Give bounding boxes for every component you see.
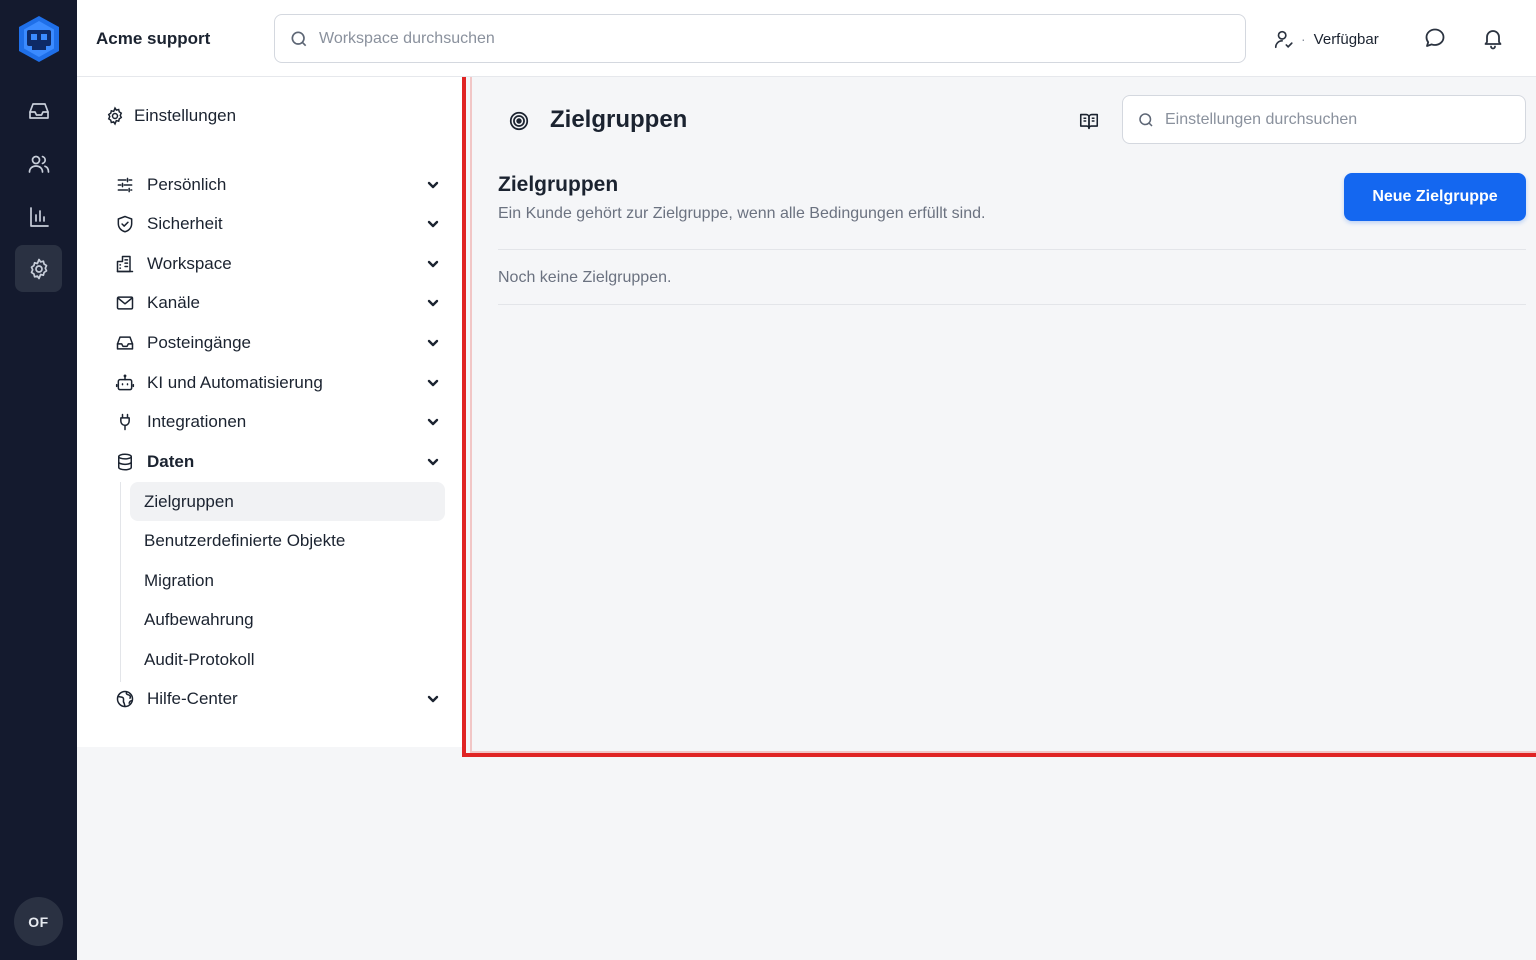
nav-item-posteingaenge[interactable]: Posteingänge xyxy=(115,327,440,359)
inbox-icon xyxy=(27,99,51,123)
rail-reports-button[interactable] xyxy=(15,193,62,240)
page-title: Zielgruppen xyxy=(550,106,688,133)
divider xyxy=(498,304,1526,305)
shield-icon xyxy=(115,214,135,234)
rail-contacts-button[interactable] xyxy=(15,140,62,187)
nav-item-label: Hilfe-Center xyxy=(147,689,238,708)
settings-search-placeholder: Einstellungen durchsuchen xyxy=(1165,110,1358,128)
chevron-down-icon xyxy=(426,217,440,231)
user-status-icon xyxy=(1273,28,1295,50)
chevron-down-icon xyxy=(426,178,440,192)
nav-item-sicherheit[interactable]: Sicherheit xyxy=(115,208,440,240)
divider xyxy=(498,249,1526,250)
rail-settings-button[interactable] xyxy=(15,245,62,292)
settings-search-input[interactable]: Einstellungen durchsuchen xyxy=(1122,95,1526,144)
availability-status[interactable]: · Verfügbar xyxy=(1273,26,1379,52)
database-icon xyxy=(115,452,135,472)
notifications-button[interactable] xyxy=(1481,26,1507,52)
chevron-down-icon xyxy=(426,692,440,706)
nav-item-ki-automatisierung[interactable]: KI und Automatisierung xyxy=(115,367,440,399)
chevron-down-icon xyxy=(426,296,440,310)
chevron-down-icon xyxy=(426,376,440,390)
nav-item-persoenlich[interactable]: Persönlich xyxy=(115,169,440,201)
chevron-down-icon xyxy=(426,257,440,271)
nav-item-label: Daten xyxy=(147,452,195,471)
book-open-icon[interactable] xyxy=(1078,110,1100,132)
new-audience-button[interactable]: Neue Zielgruppe xyxy=(1344,173,1526,221)
plug-icon xyxy=(115,412,135,432)
nav-item-workspace[interactable]: Workspace xyxy=(115,248,440,280)
workspace-search-input[interactable]: Workspace durchsuchen xyxy=(274,14,1246,63)
sliders-icon xyxy=(115,175,135,195)
globe-icon xyxy=(115,689,135,709)
settings-sidebar: Einstellungen Persönlich Sicherheit Work… xyxy=(77,77,462,747)
settings-content-panel: Zielgruppen Einstellungen durchsuchen Zi… xyxy=(462,77,1536,757)
workspace-search-placeholder: Workspace durchsuchen xyxy=(319,29,495,47)
users-icon xyxy=(27,152,51,176)
nav-item-daten[interactable]: Daten xyxy=(115,446,440,478)
gear-icon xyxy=(27,257,51,281)
empty-state-text: Noch keine Zielgruppen. xyxy=(498,269,672,286)
submenu-guide-line xyxy=(120,482,121,682)
chevron-down-icon xyxy=(426,336,440,350)
nav-item-hilfe-center[interactable]: Hilfe-Center xyxy=(115,683,440,715)
nav-item-integrationen[interactable]: Integrationen xyxy=(115,406,440,438)
gear-icon xyxy=(105,106,134,126)
search-icon xyxy=(1137,111,1165,129)
status-separator: · xyxy=(1301,31,1306,47)
rail-inbox-button[interactable] xyxy=(15,87,62,134)
section-title: Zielgruppen xyxy=(498,173,619,196)
sub-item-audit-protokoll[interactable]: Audit-Protokoll xyxy=(130,640,445,679)
bot-icon xyxy=(115,373,135,393)
search-icon xyxy=(289,29,319,49)
workspace-name[interactable]: Acme support xyxy=(96,29,210,49)
nav-item-label: Posteingänge xyxy=(147,333,251,352)
nav-item-label: Persönlich xyxy=(147,175,227,194)
bell-icon xyxy=(1481,26,1507,50)
chevron-down-icon xyxy=(426,415,440,429)
nav-item-label: KI und Automatisierung xyxy=(147,373,323,392)
nav-item-kanaele[interactable]: Kanäle xyxy=(115,287,440,319)
nav-item-label: Integrationen xyxy=(147,412,247,431)
section-description: Ein Kunde gehört zur Zielgruppe, wenn al… xyxy=(498,205,986,222)
app-logo-icon[interactable] xyxy=(16,14,62,64)
settings-heading: Einstellungen xyxy=(105,106,236,126)
chat-bubble-icon xyxy=(1423,26,1449,50)
settings-heading-label: Einstellungen xyxy=(134,106,237,125)
chat-button[interactable] xyxy=(1423,26,1449,52)
app-rail: OF xyxy=(0,0,77,960)
bar-chart-icon xyxy=(27,205,51,229)
sub-item-aufbewahrung[interactable]: Aufbewahrung xyxy=(130,600,445,639)
building-icon xyxy=(115,254,135,274)
mail-icon xyxy=(115,293,135,313)
user-avatar[interactable]: OF xyxy=(14,897,63,946)
nav-item-label: Kanäle xyxy=(147,293,200,312)
sub-item-benutzerdefinierte-objekte[interactable]: Benutzerdefinierte Objekte xyxy=(130,521,445,560)
chevron-down-icon xyxy=(426,455,440,469)
top-bar: Acme support Workspace durchsuchen · Ver… xyxy=(77,0,1536,77)
status-label: Verfügbar xyxy=(1313,30,1379,48)
nav-item-label: Sicherheit xyxy=(147,214,223,233)
content-inner: Zielgruppen Einstellungen durchsuchen Zi… xyxy=(470,77,1536,753)
nav-item-label: Workspace xyxy=(147,254,232,273)
inbox-icon xyxy=(115,333,135,353)
target-icon xyxy=(508,110,530,132)
sub-item-migration[interactable]: Migration xyxy=(130,561,445,600)
sub-item-zielgruppen[interactable]: Zielgruppen xyxy=(130,482,445,521)
